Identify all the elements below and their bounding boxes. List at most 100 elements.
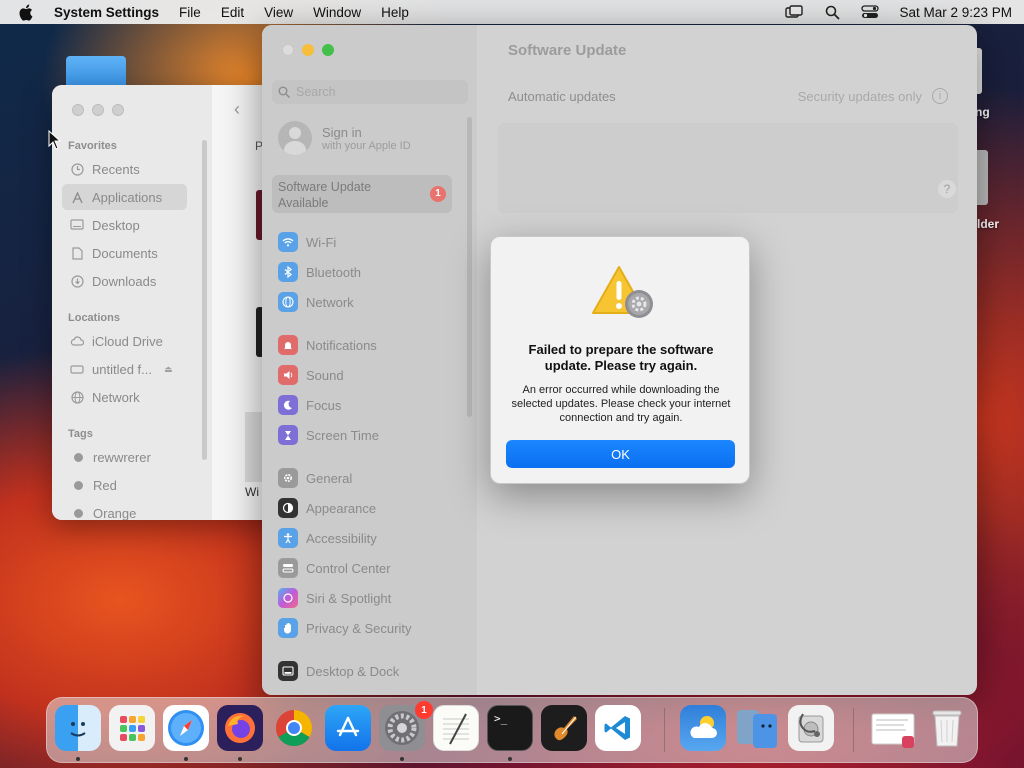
control-center-icon[interactable] <box>861 4 880 20</box>
sidebar-item-tag-red[interactable]: Red <box>62 472 187 498</box>
spotlight-search-icon[interactable] <box>823 4 841 20</box>
automatic-updates-label: Automatic updates <box>508 88 616 104</box>
sidebar-item-focus[interactable]: Focus <box>278 393 341 417</box>
apple-menu-icon[interactable] <box>18 4 34 21</box>
control-center-icon <box>278 558 298 578</box>
sidebar-item-appearance[interactable]: Appearance <box>278 496 376 520</box>
desktop-item-label[interactable]: lder <box>977 217 999 231</box>
moon-icon <box>278 395 298 415</box>
sidebar-item-label: untitled f... <box>92 361 152 377</box>
download-icon <box>70 274 84 288</box>
dock-separator <box>853 708 854 752</box>
sidebar-item-applications[interactable]: Applications <box>62 184 187 210</box>
launchpad-icon[interactable] <box>109 705 155 751</box>
bluetooth-icon <box>278 262 298 282</box>
desktop-folder-icon[interactable] <box>66 56 126 86</box>
automatic-updates-value: Security updates only <box>797 88 922 104</box>
sidebar-item-desktop-dock[interactable]: Desktop & Dock <box>278 659 399 683</box>
sidebar-item-bluetooth[interactable]: Bluetooth <box>278 260 361 284</box>
sidebar-item-general[interactable]: General <box>278 466 352 490</box>
menu-clock[interactable]: Sat Mar 2 9:23 PM <box>899 5 1012 20</box>
running-indicator <box>508 757 512 761</box>
close-button[interactable] <box>72 104 84 116</box>
search-input[interactable]: Search <box>272 80 468 104</box>
menu-view[interactable]: View <box>264 5 293 20</box>
clock-icon <box>70 162 84 176</box>
textedit-icon[interactable] <box>433 705 479 751</box>
screen-mirroring-icon[interactable] <box>785 4 804 20</box>
eject-icon[interactable]: ⏏ <box>164 364 173 375</box>
desktop-item-label[interactable]: ng <box>975 105 990 119</box>
mouse-cursor-icon <box>48 130 62 150</box>
automatic-updates-row[interactable]: Automatic updates Security updates only … <box>498 78 958 114</box>
weather-icon[interactable] <box>680 705 726 751</box>
sidebar-item-downloads[interactable]: Downloads <box>62 268 187 294</box>
sidebar-item-icloud-drive[interactable]: iCloud Drive <box>62 328 187 354</box>
sidebar-item-tag[interactable]: rewwrerer <box>62 444 187 470</box>
migration-assistant-icon[interactable] <box>734 705 780 751</box>
sidebar-item-label: Bluetooth <box>306 264 361 280</box>
sidebar-item-control-center[interactable]: Control Center <box>278 556 391 580</box>
sidebar-item-siri-spotlight[interactable]: Siri & Spotlight <box>278 586 391 610</box>
app-name-menu[interactable]: System Settings <box>54 5 159 20</box>
firefox-icon[interactable] <box>217 705 263 751</box>
close-button[interactable] <box>282 44 294 56</box>
help-button[interactable]: ? <box>938 180 956 198</box>
sidebar-scrollbar[interactable] <box>467 117 472 417</box>
sidebar-item-recents[interactable]: Recents <box>62 156 187 182</box>
sidebar-item-label: Control Center <box>306 560 391 576</box>
locations-header: Locations <box>68 312 120 324</box>
sidebar-item-accessibility[interactable]: Accessibility <box>278 526 377 550</box>
minimize-button[interactable] <box>92 104 104 116</box>
sidebar-item-label: Applications <box>92 189 163 205</box>
file-label[interactable]: Wi <box>245 485 259 499</box>
sidebar-item-software-update-available[interactable]: Software Update Available 1 <box>272 175 452 213</box>
sidebar-item-label: rewwrerer <box>93 449 151 465</box>
sidebar-item-untitled-volume[interactable]: untitled f... ⏏ <box>62 356 187 382</box>
document-icon <box>70 246 84 260</box>
trash-icon[interactable] <box>924 705 970 751</box>
sidebar-scrollbar[interactable] <box>202 140 207 460</box>
minimize-button[interactable] <box>302 44 314 56</box>
garageband-icon[interactable] <box>541 705 587 751</box>
sidebar-item-label: Documents <box>92 245 158 261</box>
sidebar-item-screen-time[interactable]: Screen Time <box>278 423 379 447</box>
sidebar-item-network[interactable]: Network <box>62 384 187 410</box>
app-store-icon[interactable] <box>325 705 371 751</box>
sidebar-item-wifi[interactable]: Wi-Fi <box>278 230 336 254</box>
wifi-icon <box>278 232 298 252</box>
window-controls <box>282 44 334 56</box>
info-icon[interactable]: i <box>932 88 948 104</box>
apple-id-signin[interactable]: Sign in with your Apple ID <box>278 121 411 155</box>
terminal-icon[interactable]: >_ <box>487 705 533 751</box>
sidebar-item-sound[interactable]: Sound <box>278 363 344 387</box>
sidebar-item-desktop[interactable]: Desktop <box>62 212 187 238</box>
menu-edit[interactable]: Edit <box>221 5 244 20</box>
error-alert-dialog: Failed to prepare the software update. P… <box>490 236 750 484</box>
disk-utility-icon[interactable] <box>788 705 834 751</box>
sidebar-item-label: iCloud Drive <box>92 333 163 349</box>
sidebar-item-label: Focus <box>306 397 342 413</box>
sidebar-item-tag-orange[interactable]: Orange <box>62 500 187 520</box>
dock-separator <box>664 708 665 752</box>
sidebar-item-documents[interactable]: Documents <box>62 240 187 266</box>
menu-help[interactable]: Help <box>381 5 409 20</box>
sidebar-item-label: Recents <box>92 161 140 177</box>
ok-button[interactable]: OK <box>506 440 735 468</box>
document-icon[interactable] <box>870 705 916 751</box>
search-icon <box>278 86 290 98</box>
sidebar-item-notifications[interactable]: Notifications <box>278 333 377 357</box>
finder-icon[interactable] <box>55 705 101 751</box>
sidebar-item-label: Privacy & Security <box>306 620 412 636</box>
zoom-button[interactable] <box>112 104 124 116</box>
vscode-icon[interactable] <box>595 705 641 751</box>
menu-file[interactable]: File <box>179 5 201 20</box>
sidebar-item-network[interactable]: Network <box>278 290 354 314</box>
back-chevron-icon[interactable]: ‹ <box>234 99 240 120</box>
sidebar-item-privacy-security[interactable]: Privacy & Security <box>278 616 411 640</box>
zoom-button[interactable] <box>322 44 334 56</box>
safari-icon[interactable] <box>163 705 209 751</box>
chrome-icon[interactable] <box>271 705 317 751</box>
settings-badge: 1 <box>415 701 433 719</box>
menu-window[interactable]: Window <box>313 5 361 20</box>
